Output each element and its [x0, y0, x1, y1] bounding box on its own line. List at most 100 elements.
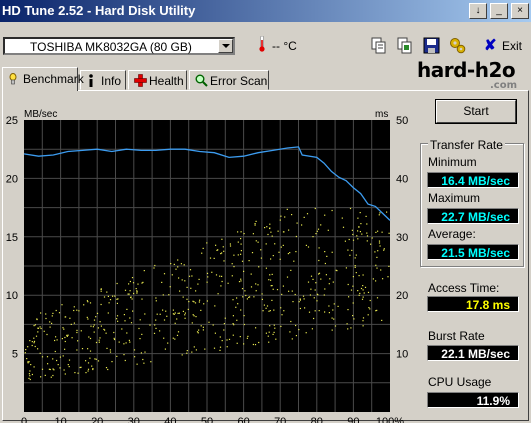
- close-button[interactable]: ×: [511, 3, 529, 19]
- access-time-point: [213, 347, 216, 349]
- access-time-point: [350, 327, 352, 329]
- access-time-point: [73, 309, 75, 312]
- tab-info[interactable]: Info: [80, 70, 126, 90]
- access-time-point: [64, 373, 66, 375]
- access-time-point: [240, 253, 242, 255]
- access-time-point: [83, 304, 85, 306]
- access-time-point: [126, 308, 128, 310]
- access-time-point: [62, 355, 64, 357]
- access-time-point: [89, 302, 92, 304]
- tab-label: Info: [101, 74, 122, 88]
- access-time-point: [129, 280, 131, 283]
- access-time-point: [103, 296, 106, 298]
- access-time-point: [324, 311, 326, 313]
- access-time-point: [237, 241, 239, 243]
- access-time-point: [215, 274, 218, 276]
- access-time-point: [326, 255, 328, 257]
- access-time-point: [258, 341, 260, 344]
- access-time-point: [66, 334, 68, 336]
- access-time-point: [223, 250, 225, 252]
- access-time-point: [278, 251, 280, 253]
- access-time-value: 17.8 ms: [427, 296, 519, 312]
- access-time-point: [111, 361, 113, 363]
- access-time-point: [217, 293, 219, 295]
- access-time-point: [272, 288, 274, 290]
- access-time-point: [128, 283, 130, 285]
- save-icon[interactable]: [423, 37, 440, 54]
- access-time-point: [35, 335, 38, 337]
- access-time-point: [162, 294, 164, 296]
- access-time-point: [365, 215, 367, 217]
- access-time-point: [254, 224, 256, 226]
- access-time-point: [116, 355, 118, 357]
- access-time-point: [51, 315, 53, 317]
- access-time-point: [100, 288, 102, 290]
- access-time-point: [183, 264, 185, 266]
- access-time-point: [113, 331, 115, 334]
- access-time-point: [93, 319, 96, 321]
- access-time-point: [347, 283, 349, 286]
- drive-name: TOSHIBA MK8032GA (80 GB): [30, 40, 192, 54]
- options-icon[interactable]: [449, 37, 466, 54]
- access-time-point: [193, 315, 195, 317]
- tab-error-scan[interactable]: Error Scan: [189, 70, 269, 90]
- minimize-to-tray-button[interactable]: ↓: [469, 3, 487, 19]
- access-time-point: [362, 296, 364, 298]
- tab-health[interactable]: Health: [128, 70, 187, 90]
- access-time-point: [141, 298, 143, 300]
- access-time-point: [228, 338, 231, 340]
- access-time-point: [33, 325, 35, 327]
- access-time-point: [181, 279, 183, 281]
- access-time-point: [27, 346, 29, 348]
- thermometer-icon: [259, 36, 265, 52]
- access-time-point: [313, 297, 315, 299]
- access-time-point: [281, 293, 283, 295]
- access-time-point: [29, 375, 31, 377]
- access-time-point: [61, 304, 63, 306]
- access-time-point: [299, 307, 301, 310]
- access-time-point: [345, 267, 347, 269]
- access-time-point: [109, 351, 112, 353]
- access-time-point: [168, 294, 170, 296]
- minimize-button[interactable]: _: [490, 3, 508, 19]
- access-time-point: [226, 339, 228, 341]
- access-time-point: [367, 314, 369, 316]
- minimum-label: Minimum: [428, 155, 477, 169]
- x-axis: 0 10 20 30 40 50 60 70 80 90 100%: [21, 416, 404, 423]
- access-time-point: [349, 254, 351, 256]
- x-tick-label: 40: [164, 416, 176, 423]
- access-time-point: [33, 342, 35, 344]
- y-left-axis: 5 10 15 20 25: [6, 115, 18, 361]
- access-time-point: [177, 266, 179, 268]
- start-button[interactable]: Start: [435, 99, 517, 124]
- copy-screenshot-icon[interactable]: [396, 37, 413, 54]
- copy-text-icon[interactable]: [370, 37, 387, 54]
- access-time-point: [267, 335, 269, 337]
- access-time-point: [346, 323, 348, 325]
- access-time-point: [90, 325, 92, 327]
- chevron-down-icon[interactable]: [218, 39, 233, 53]
- exit-label: Exit: [502, 39, 523, 53]
- access-time-point: [139, 338, 141, 340]
- access-time-point: [388, 232, 390, 234]
- access-time-point: [329, 278, 331, 280]
- access-time-point: [74, 372, 76, 374]
- tab-benchmark[interactable]: Benchmark: [2, 67, 84, 91]
- access-time-point: [184, 314, 186, 316]
- access-time-point: [76, 331, 78, 334]
- access-time-point: [59, 356, 61, 358]
- drive-selector[interactable]: TOSHIBA MK8032GA (80 GB): [3, 37, 235, 55]
- access-time-point: [170, 263, 172, 265]
- access-time-point: [267, 233, 269, 236]
- access-time-point: [86, 300, 88, 302]
- access-time-point: [116, 318, 118, 320]
- burst-rate-label: Burst Rate: [428, 329, 485, 343]
- access-time-point: [335, 269, 337, 271]
- access-time-point: [37, 327, 39, 329]
- access-time-point: [269, 274, 271, 276]
- title-bar: HD Tune 2.52 - Hard Disk Utility ↓ _ ×: [0, 0, 531, 22]
- access-time-point: [251, 252, 254, 254]
- access-time-point: [342, 226, 345, 228]
- access-time-point: [246, 298, 248, 300]
- access-time-point: [114, 295, 116, 297]
